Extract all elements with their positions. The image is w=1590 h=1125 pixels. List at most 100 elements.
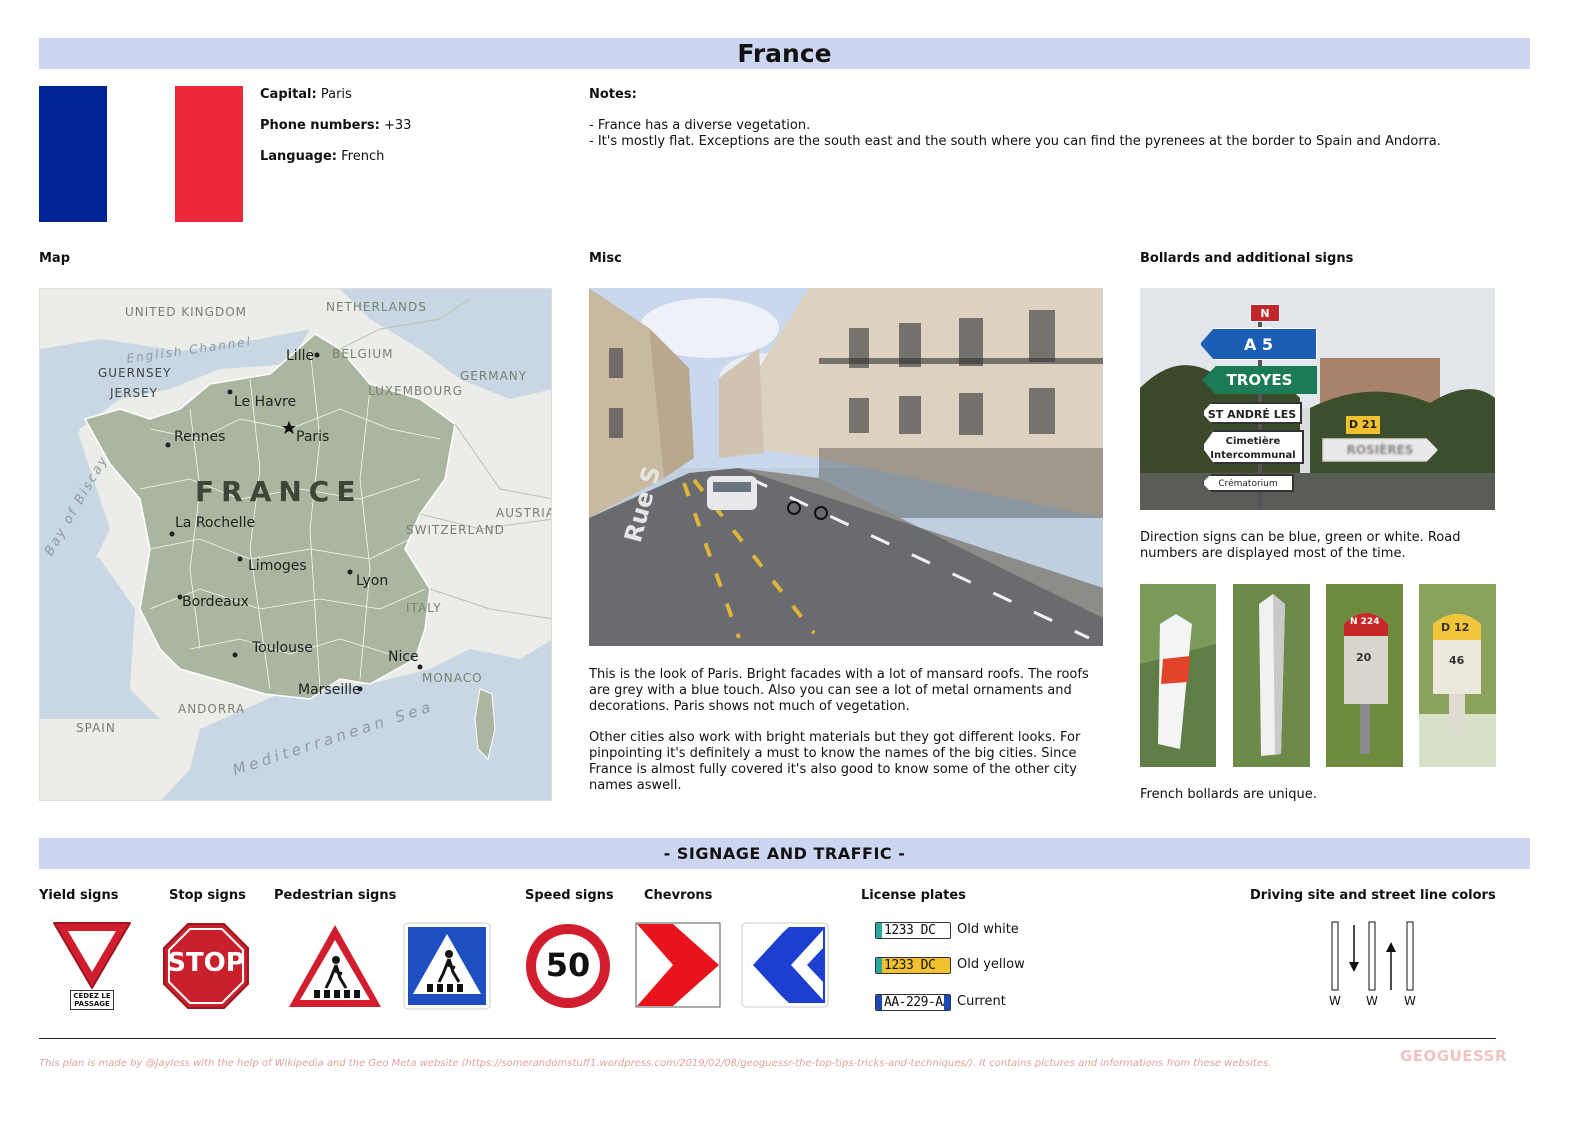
map-city-larochelle: La Rochelle bbox=[175, 515, 256, 531]
plate-old-yellow-label: Old yellow bbox=[957, 957, 1025, 972]
speed-limit-sign: 50 bbox=[524, 922, 612, 1010]
sign-n77: N 77 bbox=[1250, 304, 1280, 338]
plate-row-current: AA-229-AA Current bbox=[875, 992, 1006, 1012]
sign-cimetiere-line1: Cimetière bbox=[1225, 436, 1281, 447]
signage-title: - SIGNAGE AND TRAFFIC - bbox=[663, 844, 906, 863]
map-label-austria: AUSTRIA bbox=[496, 506, 552, 520]
language-value: French bbox=[341, 149, 385, 164]
map-city-limoges: Limoges bbox=[248, 558, 307, 574]
notes-line-1: - France has a diverse vegetation. bbox=[589, 118, 811, 133]
misc-heading: Misc bbox=[589, 251, 622, 266]
map-label-switzerland: SWITZERLAND bbox=[406, 523, 505, 537]
chevrons-heading: Chevrons bbox=[644, 888, 713, 903]
plate-current-number: AA-229-AA bbox=[884, 994, 950, 1010]
sign-standre: ST ANDRÉ LES V. bbox=[1202, 402, 1302, 424]
map-city-rennes: Rennes bbox=[174, 429, 226, 445]
map-city-marseille: Marseille bbox=[298, 682, 361, 698]
title-banner: France bbox=[39, 38, 1530, 69]
misc-paragraph-2: Other cities also work with bright mater… bbox=[589, 730, 1081, 793]
sign-d21: D 21 bbox=[1346, 416, 1380, 434]
plates-heading: License plates bbox=[861, 888, 966, 903]
direction-signs-photo: N 77 A 5 TROYES ST ANDRÉ LES V. Cimetièr… bbox=[1140, 288, 1495, 510]
stop-sign: STOP bbox=[162, 922, 250, 1010]
map-city-bordeaux: Bordeaux bbox=[182, 594, 249, 610]
sign-cimetiere-line2: Intercommunal bbox=[1210, 450, 1296, 461]
map-city-toulouse: Toulouse bbox=[252, 640, 313, 656]
paris-street-photo: Rue S bbox=[589, 288, 1103, 646]
pedestrian-warning-sign bbox=[286, 922, 384, 1010]
footer-credits: This plan is made by @Jayless with the h… bbox=[39, 1058, 1272, 1069]
map-label-italy: ITALY bbox=[406, 601, 442, 615]
driving-side-diagram: W W W bbox=[1325, 920, 1420, 1012]
map-label-uk: UNITED KINGDOM bbox=[125, 305, 247, 319]
map-label-germany: GERMANY bbox=[460, 369, 528, 383]
plate-row-old-white: 1233 DC 33 Old white bbox=[875, 920, 1019, 940]
direction-signs-text: Direction signs can be blue, green or wh… bbox=[1140, 530, 1461, 561]
footer-divider bbox=[39, 1038, 1496, 1039]
plate-row-old-yellow: 1233 DC 33 Old yellow bbox=[875, 955, 1025, 975]
line-label-2: W bbox=[1366, 994, 1378, 1008]
france-map: UNITED KINGDOM NETHERLANDS BELGIUM GERMA… bbox=[39, 288, 552, 801]
map-label-netherlands: NETHERLANDS bbox=[326, 300, 427, 314]
map-label-andorra: ANDORRA bbox=[178, 702, 246, 716]
line-label-3: W bbox=[1404, 994, 1416, 1008]
driving-heading: Driving site and street line colors bbox=[1250, 888, 1496, 903]
country-info: Capital: Paris Phone numbers: +33 Langua… bbox=[260, 87, 560, 180]
map-heading: Map bbox=[39, 251, 71, 266]
speed-limit-value: 50 bbox=[545, 946, 591, 984]
flag bbox=[39, 86, 243, 222]
yield-text-2: PASSAGE bbox=[74, 1000, 110, 1008]
map-city-lille: Lille bbox=[286, 348, 315, 364]
bollard-photo-1 bbox=[1140, 584, 1216, 767]
map-city-lyon: Lyon bbox=[356, 573, 389, 589]
plate-old-white-number: 1233 DC 33 bbox=[884, 922, 936, 938]
pedestrian-crossing-sign bbox=[403, 922, 491, 1010]
language-label: Language: bbox=[260, 149, 337, 164]
map-label-belgium: BELGIUM bbox=[332, 347, 394, 361]
plate-current-label: Current bbox=[957, 994, 1006, 1009]
misc-paragraph-1: This is the look of Paris. Bright facade… bbox=[589, 667, 1089, 714]
chevron-red-sign bbox=[635, 922, 721, 1008]
pedestrian-heading: Pedestrian signs bbox=[274, 888, 397, 903]
sign-cimetiere: Cimetière Intercommunal bbox=[1202, 430, 1304, 464]
stop-text: STOP bbox=[167, 948, 245, 978]
plate-current: AA-229-AA bbox=[875, 993, 951, 1011]
plate-old-yellow: 1233 DC 33 bbox=[875, 956, 951, 974]
geoguessr-logo: GEOGUESSR bbox=[1400, 1047, 1508, 1065]
notes-line-2: - It's mostly flat. Exceptions are the s… bbox=[589, 134, 1441, 149]
sign-a5: A 5 bbox=[1200, 328, 1317, 360]
bollard-photo-3: N 224 20 bbox=[1326, 584, 1403, 767]
sign-troyes: TROYES bbox=[1202, 366, 1317, 394]
chevron-blue-sign bbox=[741, 922, 829, 1008]
speed-heading: Speed signs bbox=[525, 888, 614, 903]
bollard-3-road: N 224 bbox=[1350, 617, 1380, 627]
notes-title: Notes: bbox=[589, 87, 637, 102]
notes: Notes: - France has a diverse vegetation… bbox=[589, 87, 1529, 150]
plate-old-yellow-number: 1233 DC 33 bbox=[884, 957, 936, 973]
bollard-photo-4: D 12 46 bbox=[1419, 584, 1496, 767]
stop-heading: Stop signs bbox=[169, 888, 246, 903]
map-label-luxembourg: LUXEMBOURG bbox=[368, 384, 463, 398]
map-city-nice: Nice bbox=[388, 649, 419, 665]
bollard-4-road: D 12 bbox=[1441, 621, 1470, 634]
map-label-country: FRANCE bbox=[195, 475, 363, 508]
capital-label: Capital: bbox=[260, 87, 317, 102]
map-label-guernsey: GUERNSEY bbox=[98, 366, 172, 380]
capital-value: Paris bbox=[320, 87, 352, 102]
plate-old-white-label: Old white bbox=[957, 922, 1019, 937]
sign-rosieres: ROSIÈRES bbox=[1322, 438, 1438, 462]
yield-sign: CÉDEZ LE PASSAGE bbox=[52, 920, 132, 1012]
phone-value: +33 bbox=[383, 118, 412, 133]
bollard-4-number: 46 bbox=[1449, 654, 1465, 667]
line-label-1: W bbox=[1329, 994, 1341, 1008]
bollard-photo-2 bbox=[1233, 584, 1310, 767]
yield-heading: Yield signs bbox=[39, 888, 119, 903]
bollards-caption: French bollards are unique. bbox=[1140, 787, 1317, 802]
map-label-spain: SPAIN bbox=[76, 721, 116, 735]
map-label-jersey: JERSEY bbox=[110, 386, 158, 400]
bollards-heading: Bollards and additional signs bbox=[1140, 251, 1354, 266]
phone-label: Phone numbers: bbox=[260, 118, 380, 133]
map-city-paris: Paris bbox=[296, 429, 330, 445]
map-city-lehavre: Le Havre bbox=[234, 394, 297, 410]
sign-crematorium: Crématorium bbox=[1202, 474, 1294, 492]
